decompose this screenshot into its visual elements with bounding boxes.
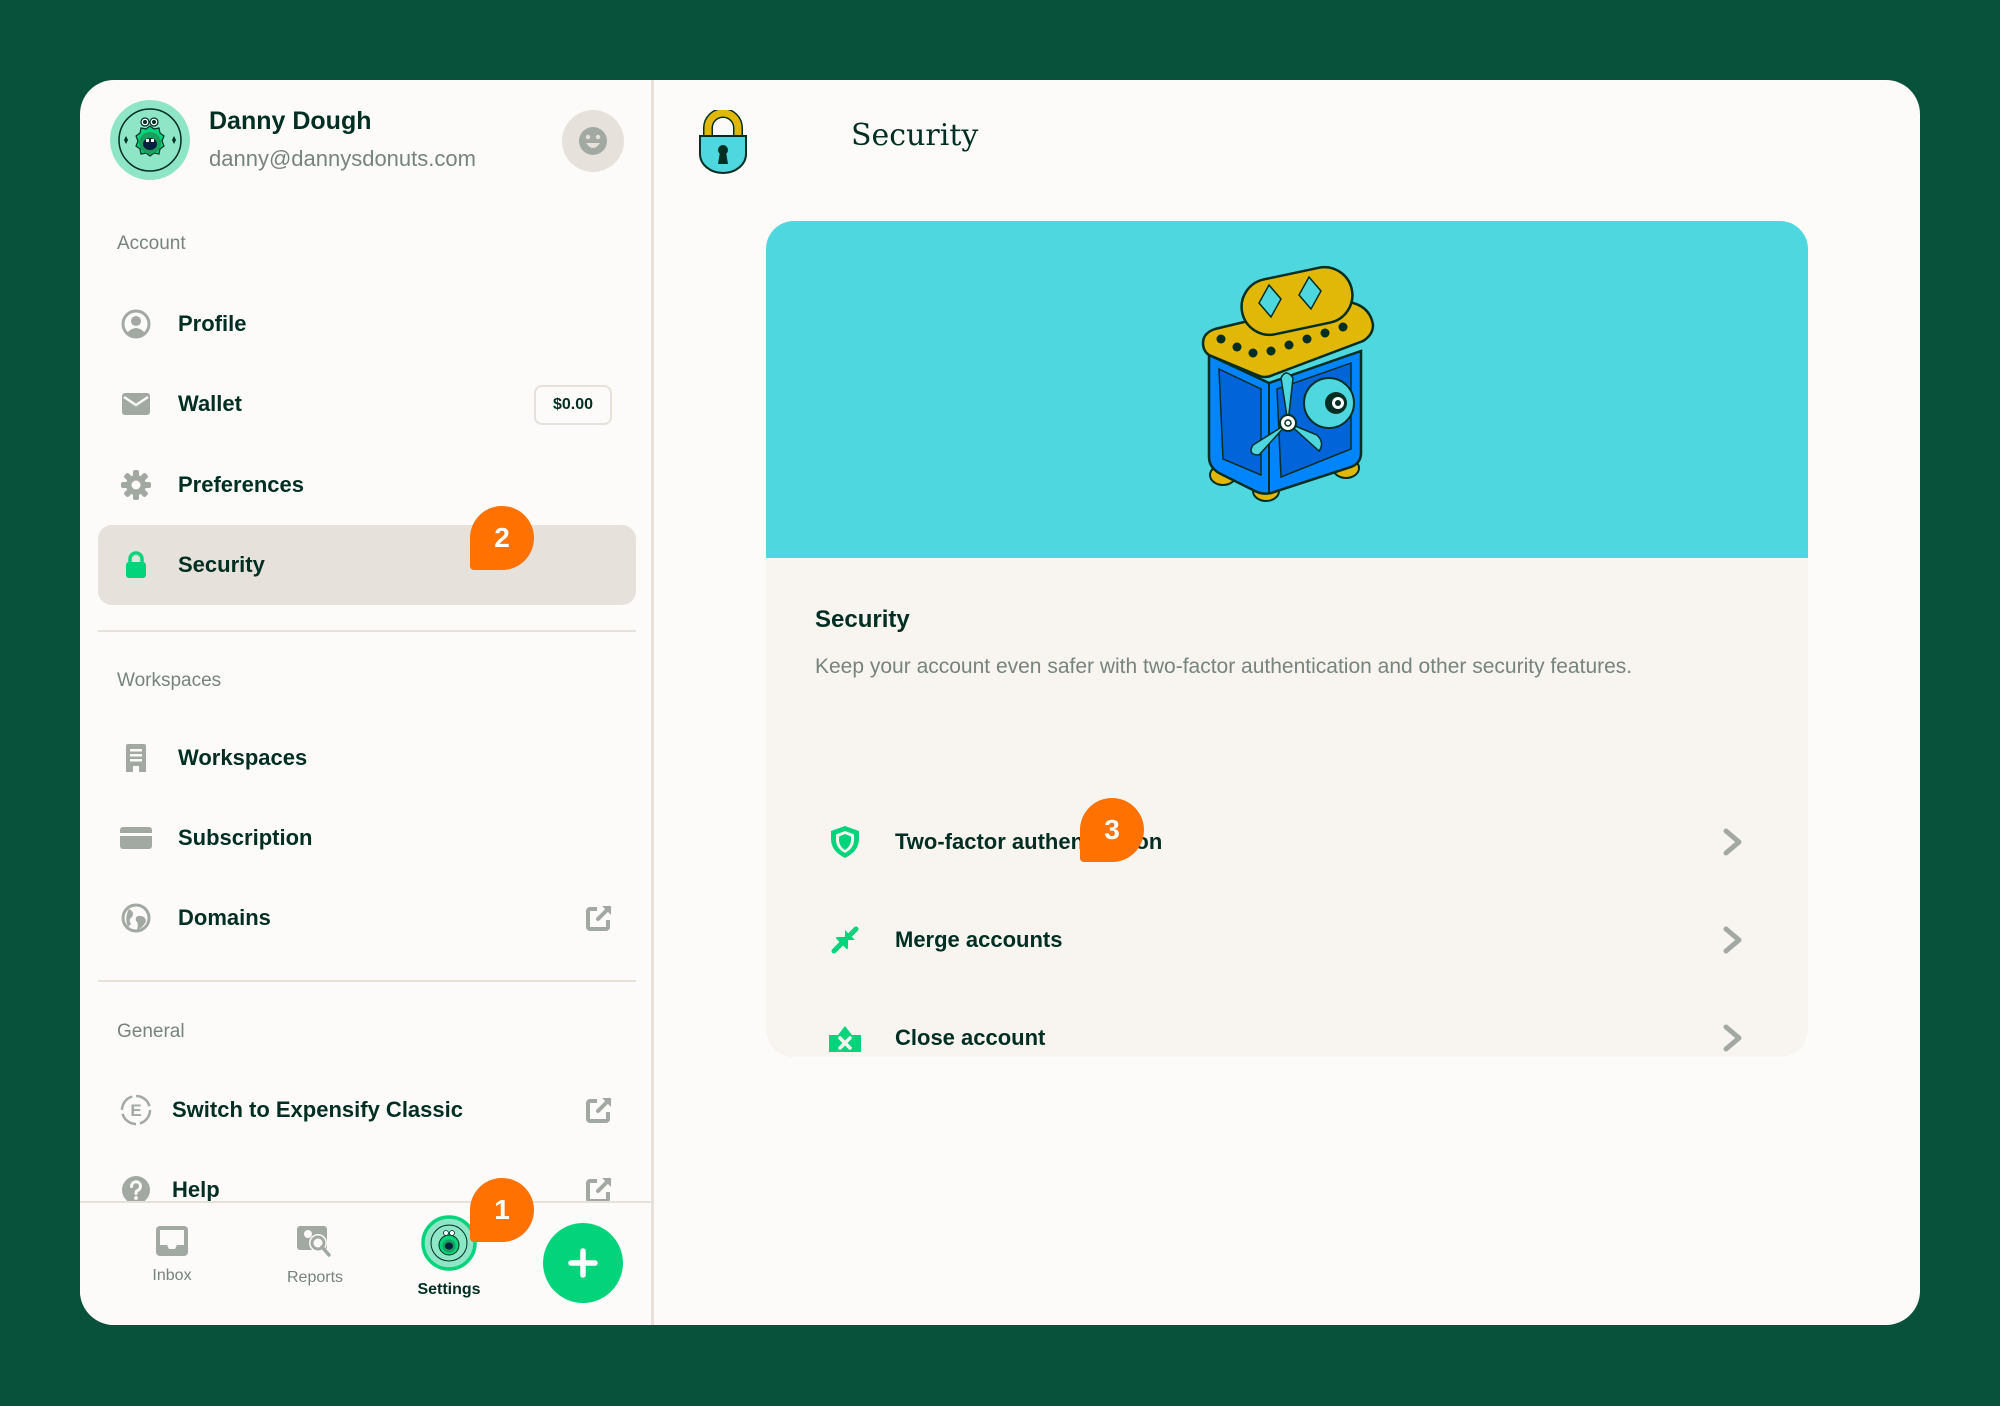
sidebar: Danny Dough danny@dannysdonuts.com Accou… bbox=[80, 80, 654, 1325]
sidebar-item-label: Workspaces bbox=[178, 745, 308, 770]
sidebar-item-profile[interactable]: Profile bbox=[98, 284, 636, 364]
sidebar-item-wallet[interactable]: Wallet $0.00 bbox=[98, 364, 636, 444]
avatar-icon bbox=[421, 1215, 477, 1271]
tab-label: Settings bbox=[417, 1281, 481, 1298]
user-avatar[interactable] bbox=[110, 100, 190, 180]
external-link-icon bbox=[586, 906, 611, 931]
section-divider bbox=[98, 980, 636, 982]
chevron-right-icon bbox=[1723, 828, 1742, 856]
sidebar-item-preferences[interactable]: Preferences bbox=[98, 445, 636, 525]
app-window: Danny Dough danny@dannysdonuts.com Accou… bbox=[80, 80, 1920, 1325]
sidebar-item-label: Security bbox=[178, 552, 265, 577]
sidebar-item-domains[interactable]: Domains bbox=[98, 878, 636, 958]
status-emoji-button[interactable] bbox=[562, 110, 624, 172]
gear-icon bbox=[120, 469, 152, 501]
credit-card-icon bbox=[120, 822, 152, 854]
row-merge-accounts[interactable]: Merge accounts bbox=[786, 895, 1788, 985]
building-icon bbox=[120, 742, 152, 774]
sidebar-item-security[interactable]: Security bbox=[98, 525, 636, 605]
safe-illustration-icon bbox=[1201, 265, 1375, 502]
sidebar-item-label: Domains bbox=[178, 905, 271, 930]
section-label-workspaces: Workspaces bbox=[117, 670, 222, 691]
row-label: Merge accounts bbox=[895, 927, 1063, 952]
annotation-badge-1: 1 bbox=[470, 1178, 534, 1242]
sidebar-item-label: Wallet bbox=[178, 391, 242, 416]
card-title: Security bbox=[815, 606, 910, 633]
plus-icon bbox=[568, 1248, 598, 1278]
merge-arrows-icon bbox=[825, 920, 865, 960]
tab-label: Reports bbox=[286, 1269, 344, 1286]
main-pane: Security Security Keep your account even… bbox=[654, 80, 1920, 1325]
padlock-illustration-icon bbox=[699, 110, 747, 174]
sidebar-item-subscription[interactable]: Subscription bbox=[98, 798, 636, 878]
card-description: Keep your account even safer with two-fa… bbox=[815, 655, 1633, 678]
wallet-balance-badge: $0.00 bbox=[533, 385, 612, 425]
sidebar-item-label: Switch to Expensify Classic bbox=[172, 1097, 463, 1122]
annotation-badge-3: 3 bbox=[1080, 798, 1144, 862]
create-fab-button[interactable] bbox=[543, 1223, 623, 1303]
sidebar-item-switch-to-classic[interactable]: E Switch to Expensify Classic bbox=[98, 1070, 636, 1150]
tab-inbox[interactable]: Inbox bbox=[117, 1225, 227, 1285]
hero-banner bbox=[766, 221, 1808, 558]
inbox-icon bbox=[156, 1226, 188, 1256]
expensify-classic-icon: E bbox=[120, 1094, 152, 1126]
chevron-right-icon bbox=[1723, 1024, 1742, 1052]
section-label-general: General bbox=[117, 1021, 185, 1042]
tab-reports[interactable]: Reports bbox=[260, 1225, 370, 1287]
user-circle-icon bbox=[120, 308, 152, 340]
page-title: Security bbox=[851, 118, 979, 153]
security-card: Security Keep your account even safer wi… bbox=[766, 221, 1808, 1057]
section-label-account: Account bbox=[117, 233, 186, 254]
donut-avatar-icon bbox=[110, 100, 190, 180]
shield-icon bbox=[825, 822, 865, 862]
chevron-right-icon bbox=[1723, 926, 1742, 954]
reports-search-icon bbox=[297, 1226, 331, 1257]
row-close-account[interactable]: Close account bbox=[786, 993, 1788, 1057]
bottom-tab-bar: Inbox Reports Settings bbox=[80, 1201, 651, 1325]
sidebar-item-workspaces[interactable]: Workspaces bbox=[98, 718, 636, 798]
row-two-factor-authentication[interactable]: Two-factor authentication bbox=[786, 797, 1788, 887]
annotation-badge-2: 2 bbox=[470, 506, 534, 570]
close-account-icon bbox=[825, 1018, 865, 1057]
wallet-icon bbox=[120, 388, 152, 420]
globe-icon bbox=[120, 902, 152, 934]
svg-text:E: E bbox=[130, 1101, 141, 1120]
sidebar-item-label: Help bbox=[172, 1177, 220, 1202]
tab-label: Inbox bbox=[152, 1267, 192, 1284]
lock-icon bbox=[120, 549, 152, 581]
smiley-icon bbox=[579, 127, 607, 155]
user-email: danny@dannysdonuts.com bbox=[209, 146, 476, 171]
row-label: Close account bbox=[895, 1025, 1046, 1050]
section-divider bbox=[98, 630, 636, 632]
sidebar-item-label: Preferences bbox=[178, 472, 304, 497]
user-name: Danny Dough bbox=[209, 107, 372, 135]
external-link-icon bbox=[586, 1098, 611, 1123]
sidebar-item-label: Profile bbox=[178, 311, 247, 336]
sidebar-item-label: Subscription bbox=[178, 825, 313, 850]
